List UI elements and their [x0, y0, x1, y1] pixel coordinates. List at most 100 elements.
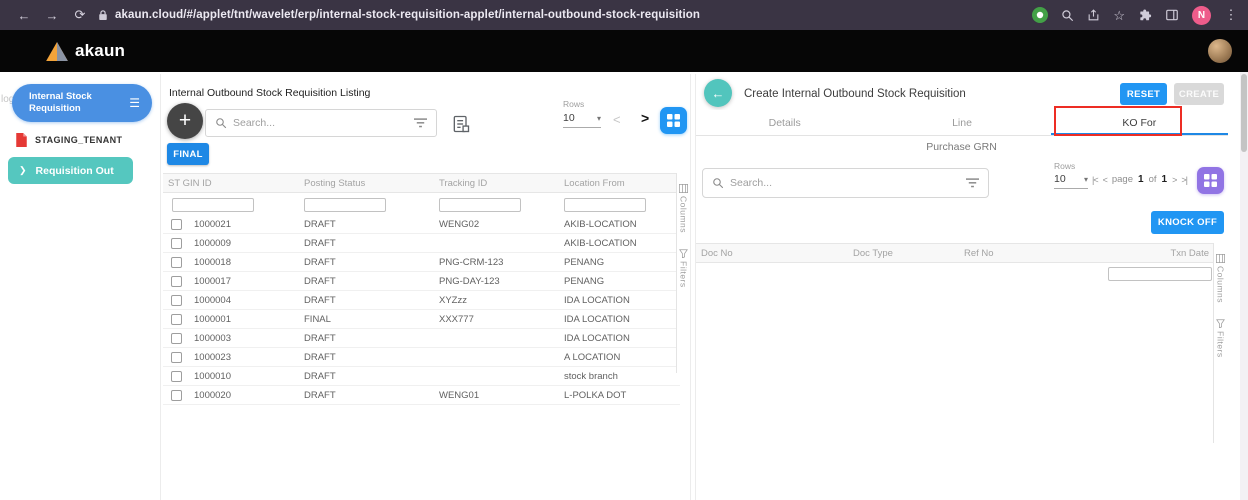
ko-search-box[interactable]	[702, 168, 989, 198]
browser-menu-icon[interactable]: ⋮	[1224, 7, 1238, 23]
browser-back-icon[interactable]: ←	[10, 8, 38, 23]
table-row[interactable]: 1000009 DRAFT AKIB-LOCATION	[163, 234, 680, 253]
create-button[interactable]: CREATE	[1174, 83, 1224, 105]
col-header-doc-no[interactable]: Doc No	[696, 248, 848, 259]
of-label: of	[1149, 174, 1157, 185]
row-checkbox[interactable]	[171, 333, 182, 344]
table-row[interactable]: 1000004 DRAFT XYZzz IDA LOCATION	[163, 291, 680, 310]
row-checkbox[interactable]	[171, 238, 182, 249]
row-checkbox[interactable]	[171, 295, 182, 306]
table-row[interactable]: 1000010 DRAFT stock branch	[163, 367, 680, 386]
filter-tracking-id-input[interactable]	[439, 198, 521, 212]
tab-details[interactable]: Details	[696, 110, 873, 135]
prev-page-icon[interactable]: <	[613, 112, 621, 127]
col-header-txn-date[interactable]: Txn Date	[1109, 248, 1214, 259]
filters-funnel-icon[interactable]	[1216, 319, 1225, 328]
rows-per-page-select[interactable]: 10 ▾	[1054, 173, 1088, 189]
browser-refresh-icon[interactable]: ⟳	[66, 7, 94, 23]
collapse-menu-icon[interactable]: ☰	[129, 96, 140, 110]
checkbox-cell	[163, 314, 189, 325]
col-header-tracking-id[interactable]: Tracking ID	[434, 178, 559, 189]
saved-list-icon[interactable]	[449, 112, 473, 136]
scrollbar-thumb[interactable]	[1241, 74, 1247, 152]
columns-toggle[interactable]: Columns	[679, 196, 689, 233]
share-icon[interactable]	[1087, 9, 1100, 22]
bookmark-star-icon[interactable]: ☆	[1113, 9, 1125, 22]
checkbox-cell	[163, 238, 189, 249]
location-from-cell: IDA LOCATION	[559, 333, 680, 344]
side-panel-icon[interactable]	[1165, 8, 1179, 22]
row-checkbox[interactable]	[171, 276, 182, 287]
row-checkbox[interactable]	[171, 390, 182, 401]
akaun-logo[interactable]: akaun	[46, 41, 125, 61]
rows-per-page-select[interactable]: 10 ▾	[563, 112, 601, 128]
browser-profile-avatar[interactable]: N	[1192, 6, 1211, 25]
row-checkbox[interactable]	[171, 314, 182, 325]
row-checkbox[interactable]	[171, 371, 182, 382]
listing-search-box[interactable]	[205, 109, 437, 137]
filter-variant-icon[interactable]	[414, 118, 427, 128]
sidebar-item-requisition-out[interactable]: ❯ Requisition Out	[8, 157, 133, 184]
filters-toggle[interactable]: Filters	[679, 261, 689, 288]
columns-icon[interactable]	[1216, 254, 1225, 263]
extensions-puzzle-icon[interactable]	[1138, 8, 1152, 22]
columns-toggle[interactable]: Columns	[1216, 266, 1226, 303]
filters-toggle[interactable]: Filters	[1216, 331, 1226, 358]
table-row[interactable]: 1000003 DRAFT IDA LOCATION	[163, 329, 680, 348]
filters-funnel-icon[interactable]	[679, 249, 688, 258]
filter-posting-status-input[interactable]	[304, 198, 386, 212]
address-bar[interactable]: akaun.cloud/#/applet/tnt/wavelet/erp/int…	[98, 9, 1020, 21]
browser-search-icon[interactable]	[1061, 9, 1074, 22]
page-scrollbar[interactable]	[1240, 72, 1248, 500]
sidebar-applet-button[interactable]: Internal Stock Requisition ☰	[12, 84, 152, 122]
row-checkbox[interactable]	[171, 219, 182, 230]
columns-icon[interactable]	[679, 184, 688, 193]
st-gin-id-cell: 1000020	[189, 390, 299, 401]
grid-view-button[interactable]	[1197, 167, 1224, 194]
table-row[interactable]: 1000001 FINAL XXX777 IDA LOCATION	[163, 310, 680, 329]
filter-txn-date-input[interactable]	[1108, 267, 1212, 281]
next-page-icon[interactable]: >	[1172, 175, 1176, 185]
knock-off-button[interactable]: KNOCK OFF	[1151, 211, 1224, 234]
table-row[interactable]: 1000018 DRAFT PNG-CRM-123 PENANG	[163, 253, 680, 272]
browser-forward-icon[interactable]: →	[38, 8, 66, 23]
tracking-id-cell: WENG01	[434, 390, 559, 401]
extension-green-icon[interactable]	[1032, 7, 1048, 23]
tracking-id-cell: PNG-DAY-123	[434, 276, 559, 287]
first-page-icon[interactable]: |<	[1092, 175, 1098, 185]
row-checkbox[interactable]	[171, 257, 182, 268]
lock-icon	[98, 9, 108, 21]
st-gin-id-cell: 1000018	[189, 257, 299, 268]
tab-line[interactable]: Line	[873, 110, 1050, 135]
user-avatar[interactable]	[1208, 39, 1232, 63]
reset-button[interactable]: RESET	[1120, 83, 1167, 105]
grid-view-button[interactable]	[660, 107, 687, 134]
prev-page-icon[interactable]: <	[1103, 175, 1107, 185]
tab-ko-for[interactable]: KO For	[1051, 110, 1228, 135]
st-gin-id-cell: 1000023	[189, 352, 299, 363]
add-button[interactable]: +	[167, 103, 203, 139]
listing-search-input[interactable]	[233, 117, 408, 129]
table-row[interactable]: 1000023 DRAFT A LOCATION	[163, 348, 680, 367]
table-row[interactable]: 1000017 DRAFT PNG-DAY-123 PENANG	[163, 272, 680, 291]
table-row[interactable]: 1000021 DRAFT WENG02 AKIB-LOCATION	[163, 215, 680, 234]
location-from-cell: IDA LOCATION	[559, 314, 680, 325]
tracking-id-cell: WENG02	[434, 219, 559, 230]
table-row[interactable]: 1000020 DRAFT WENG01 L-POLKA DOT	[163, 386, 680, 405]
col-header-posting-status[interactable]: Posting Status	[299, 178, 434, 189]
last-page-icon[interactable]: >|	[1181, 175, 1187, 185]
col-header-doc-type[interactable]: Doc Type	[848, 248, 959, 259]
ko-search-input[interactable]	[730, 177, 960, 189]
filter-st-gin-id-input[interactable]	[172, 198, 254, 212]
col-header-location-from[interactable]: Location From	[559, 178, 680, 189]
filter-variant-icon[interactable]	[966, 178, 979, 188]
col-header-ref-no[interactable]: Ref No	[959, 248, 1109, 259]
posting-status-cell: DRAFT	[299, 238, 434, 249]
tenant-selector[interactable]: STAGING_TENANT	[15, 133, 122, 147]
final-filter-button[interactable]: FINAL	[167, 143, 209, 165]
col-header-st-gin-id[interactable]: ST GIN ID	[163, 178, 299, 189]
next-page-icon[interactable]: >	[641, 110, 649, 126]
filter-location-from-input[interactable]	[564, 198, 646, 212]
back-button[interactable]: ←	[704, 79, 732, 107]
row-checkbox[interactable]	[171, 352, 182, 363]
